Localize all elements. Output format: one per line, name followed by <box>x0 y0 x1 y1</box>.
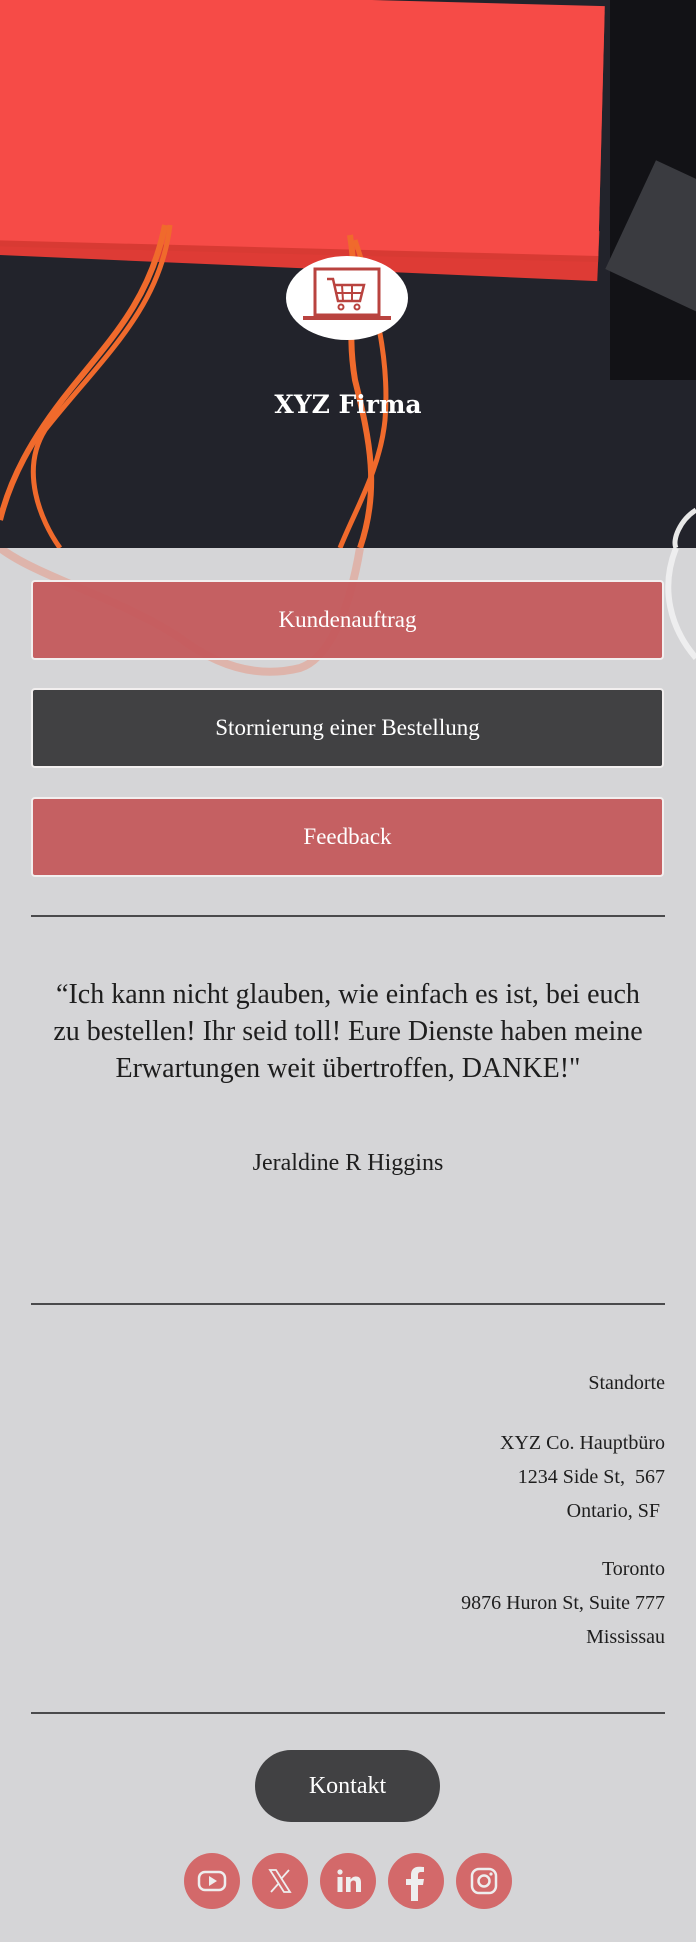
instagram-icon <box>470 1867 498 1895</box>
address-line: Ontario, SF <box>566 1500 665 1522</box>
address-line: Toronto <box>601 1558 665 1580</box>
social-links <box>184 1853 512 1909</box>
laptop-shopping-cart-icon <box>303 267 391 320</box>
testimonial-author: Jeraldine R Higgins <box>252 1150 444 1176</box>
testimonial-quote: “Ich kann nicht glauben, wie einfach es … <box>53 979 643 1084</box>
divider <box>31 1303 665 1305</box>
customer-order-button[interactable]: Kundenauftrag <box>31 580 664 660</box>
divider <box>31 915 665 917</box>
office-address-main: XYZ Co. Hauptbüro 1234 Side St, 567 Onta… <box>500 1426 665 1528</box>
cancel-order-button[interactable]: Stornierung einer Bestellung <box>31 688 664 768</box>
social-instagram-link[interactable] <box>456 1853 512 1909</box>
linkedin-icon <box>337 1869 361 1892</box>
company-name: XYZ Firma <box>274 390 422 419</box>
company-logo[interactable] <box>286 256 408 340</box>
social-youtube-link[interactable] <box>184 1853 240 1909</box>
address-line: 9876 Huron St, Suite 777 <box>461 1592 665 1614</box>
divider <box>31 1712 665 1714</box>
hero-banner: XYZ Firma <box>0 0 696 548</box>
address-line: Mississau <box>586 1626 665 1648</box>
address-line: XYZ Co. Hauptbüro <box>500 1432 665 1454</box>
youtube-icon <box>197 1870 227 1892</box>
contact-button[interactable]: Kontakt <box>255 1750 440 1822</box>
social-facebook-link[interactable] <box>388 1853 444 1909</box>
office-address-toronto: Toronto 9876 Huron St, Suite 777 Mississ… <box>461 1552 665 1654</box>
social-linkedin-link[interactable] <box>320 1853 376 1909</box>
social-x-link[interactable] <box>252 1853 308 1909</box>
facebook-icon <box>406 1866 424 1901</box>
locations-heading: Standorte <box>588 1366 665 1400</box>
address-line: 1234 Side St, 567 <box>517 1466 665 1488</box>
locations-heading-text: Standorte <box>588 1372 665 1394</box>
feedback-button[interactable]: Feedback <box>31 797 664 877</box>
x-icon <box>268 1869 292 1893</box>
